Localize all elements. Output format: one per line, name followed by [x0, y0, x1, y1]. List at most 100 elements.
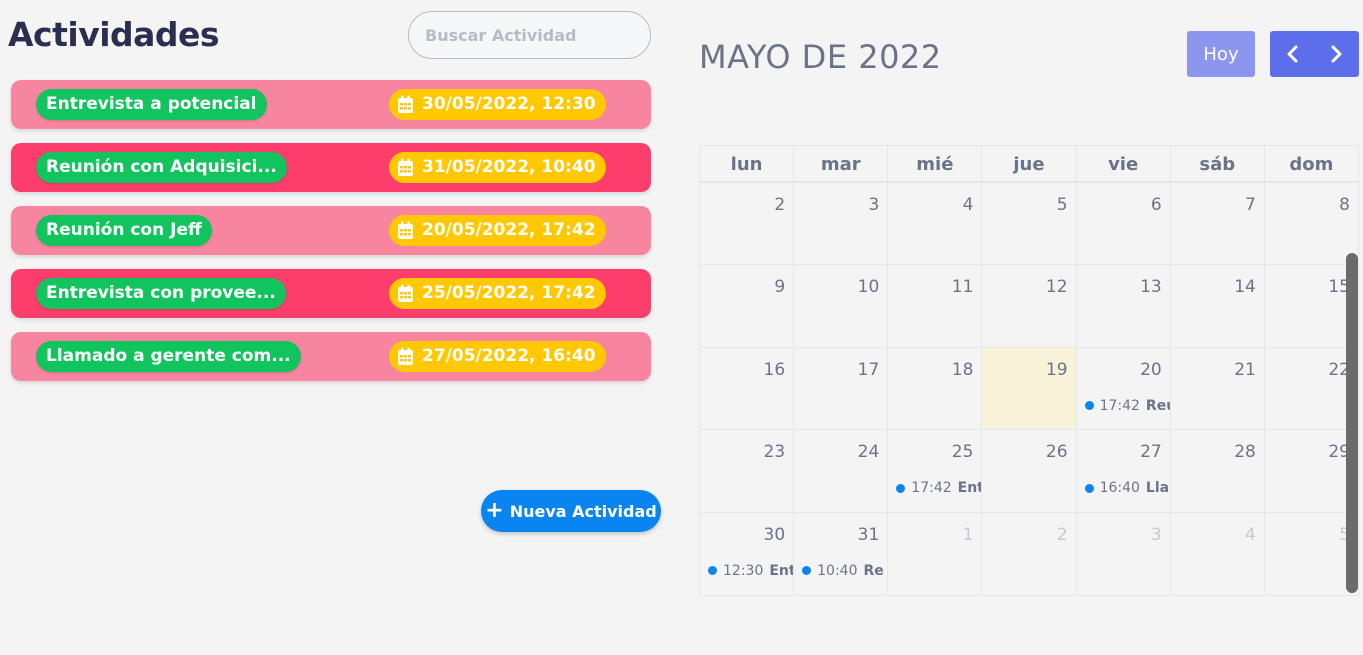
day-number: 4	[962, 195, 974, 215]
activity-item[interactable]: Llamado a gerente com... 27/05/2022, 16:4…	[11, 332, 651, 381]
day-number: 25	[951, 442, 974, 463]
chevron-right-icon	[1331, 45, 1342, 63]
activity-date: 27/05/2022, 16:40	[389, 341, 606, 372]
day-number: 27	[1140, 442, 1162, 463]
calendar-day-cell[interactable]: 28	[1171, 430, 1265, 512]
calendar-day-cell[interactable]: 27 16:40 Lla	[1077, 430, 1171, 512]
calendar-day-cell[interactable]: 3	[1077, 512, 1171, 595]
calendar-event[interactable]: 16:40 Lla	[1084, 480, 1169, 496]
event-time: 10:40	[817, 562, 858, 579]
day-number: 9	[774, 277, 786, 298]
activity-date: 20/05/2022, 17:42	[389, 215, 606, 246]
day-number: 28	[1234, 442, 1256, 463]
calendar-day-cell[interactable]: 9	[700, 265, 795, 347]
calendar-day-cell[interactable]: 2	[700, 183, 795, 265]
calendar-day-cell[interactable]: 6	[1077, 183, 1171, 265]
new-activity-button[interactable]: + Nueva Actividad	[481, 490, 661, 532]
calendar-day-cell[interactable]: 13	[1077, 265, 1171, 347]
calendar-day-cell[interactable]: 21	[1171, 347, 1265, 430]
calendar-day-cell[interactable]: 17	[794, 347, 889, 430]
calendar-day-cell[interactable]: 12	[982, 265, 1077, 347]
next-month-button[interactable]	[1315, 31, 1360, 77]
calendar-icon	[398, 221, 413, 239]
calendar-day-cell[interactable]: 31 10:40 Re	[794, 512, 889, 595]
calendar-day-cell[interactable]: 26	[982, 430, 1077, 512]
activity-item[interactable]: Entrevista con provee... 25/05/2022, 17:4…	[11, 269, 651, 318]
calendar-day-cell[interactable]: 19	[982, 347, 1077, 430]
day-number: 12	[1045, 277, 1068, 298]
calendar-day-cell[interactable]: 22	[1265, 348, 1358, 429]
calendar-day-cell[interactable]: 2	[982, 512, 1077, 595]
activity-name: Reunión con Adquisici...	[36, 152, 287, 183]
calendar-day-cell[interactable]: 10	[794, 265, 889, 347]
activity-item[interactable]: Reunión con Adquisici... 31/05/2022, 10:4…	[11, 143, 651, 192]
day-number: 13	[1140, 277, 1162, 298]
calendar-day-cell[interactable]: 11	[888, 265, 983, 347]
event-time: 17:42	[1099, 397, 1140, 414]
day-number: 18	[951, 359, 974, 380]
day-number: 26	[1045, 442, 1068, 463]
calendar-day-cell[interactable]: 5	[982, 183, 1077, 265]
calendar-day-cell[interactable]: 8	[1265, 183, 1358, 264]
weekday-label: mié	[888, 146, 983, 181]
day-number: 30	[763, 524, 786, 545]
calendar-day-cell[interactable]: 23	[700, 430, 795, 512]
activity-name: Llamado a gerente com...	[36, 341, 301, 372]
calendar-event[interactable]: 10:40 Re	[802, 563, 884, 579]
today-button[interactable]: Hoy	[1187, 31, 1255, 77]
day-number: 1	[962, 524, 974, 545]
calendar-day-cell[interactable]: 30 12:30 Ent	[700, 512, 795, 595]
day-number: 3	[1150, 524, 1162, 545]
day-number: 8	[1339, 195, 1350, 215]
calendar-icon	[398, 95, 413, 113]
calendar-day-cell[interactable]: 3	[794, 183, 889, 265]
calendar-day-cell[interactable]: 24	[794, 430, 889, 512]
day-number: 2	[1056, 524, 1068, 545]
calendar-day-cell[interactable]: 25 17:42 Ent	[888, 430, 983, 512]
calendar-event[interactable]: 17:42 Reu	[1084, 397, 1170, 414]
calendar-day-cell[interactable]: 2017:42 Reu	[1077, 347, 1171, 430]
scrollbar[interactable]	[1346, 253, 1358, 593]
prev-month-button[interactable]	[1270, 31, 1315, 77]
day-number: 3	[868, 195, 880, 215]
event-dot-icon	[1084, 483, 1094, 493]
calendar-day-cell[interactable]: 18	[888, 347, 983, 430]
calendar-day-cell[interactable]: 29	[1265, 430, 1358, 511]
day-number: 2	[774, 195, 786, 215]
calendar-day-cell[interactable]: 4	[1171, 512, 1265, 595]
day-number: 5	[1056, 195, 1068, 215]
new-activity-label: Nueva Actividad	[509, 501, 657, 521]
activity-date: 30/05/2022, 12:30	[389, 89, 606, 120]
calendar-day-cell[interactable]: 4	[888, 183, 983, 265]
event-time: 12:30	[723, 562, 764, 579]
calendar-day-cell[interactable]: 1	[888, 512, 983, 595]
calendar-day-cell[interactable]: 16	[700, 347, 795, 430]
calendar-week: 2 3 4 5 6 7 8	[700, 183, 1358, 266]
calendar-day-cell[interactable]: 7	[1171, 183, 1265, 265]
activity-item[interactable]: Reunión con Jeff 20/05/2022, 17:42	[11, 206, 651, 255]
weekday-label: mar	[794, 146, 889, 181]
event-time: 17:42	[911, 480, 952, 497]
calendar-day-cell[interactable]: 14	[1171, 265, 1265, 347]
search-input[interactable]	[408, 11, 651, 59]
event-dot-icon	[1084, 401, 1094, 411]
weekday-label: jue	[982, 146, 1077, 181]
activity-date-text: 25/05/2022, 17:42	[422, 283, 596, 303]
activity-date: 31/05/2022, 10:40	[389, 152, 606, 183]
event-title: Ent	[769, 562, 795, 579]
page-title: Actividades	[8, 15, 220, 54]
event-dot-icon	[802, 566, 812, 576]
weekday-label: lun	[700, 146, 795, 181]
calendar-event[interactable]: 17:42 Ent	[896, 480, 981, 497]
chevron-left-icon	[1287, 45, 1298, 63]
calendar-week: 30 12:30 Ent 31 10:40 Re 1 2 3 4 5	[700, 512, 1358, 595]
event-title: Re	[863, 562, 884, 579]
calendar-day-cell[interactable]: 5	[1265, 513, 1358, 595]
activity-item[interactable]: Entrevista a potencial 30/05/2022, 12:30	[11, 80, 651, 129]
day-number: 19	[1045, 359, 1068, 380]
calendar-event[interactable]: 12:30 Ent	[708, 562, 795, 579]
calendar-day-cell[interactable]: 15	[1265, 265, 1358, 346]
day-number: 31	[857, 524, 880, 545]
event-dot-icon	[896, 483, 906, 493]
calendar-grid: lun mar mié jue vie sáb dom 2 3 4 5 6 7 8 9 10 11 12 13 14…	[699, 145, 1359, 596]
